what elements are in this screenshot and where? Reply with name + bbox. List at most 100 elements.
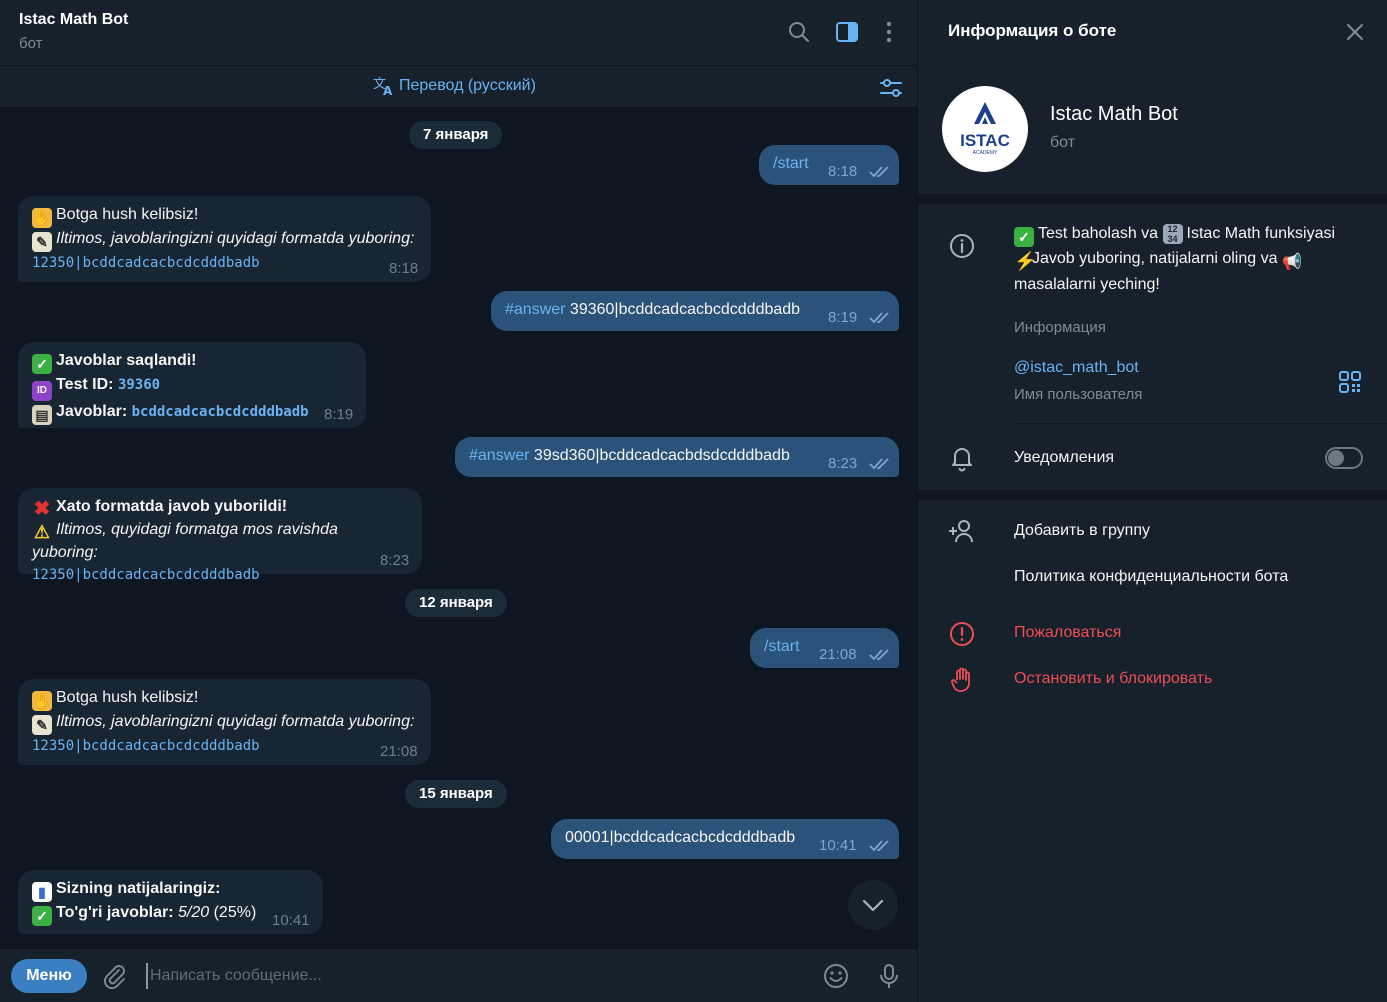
message-label: Javoblar:	[56, 403, 128, 420]
message-line: Javoblar saqlandi!	[56, 352, 197, 369]
emoji-icon[interactable]	[822, 962, 850, 990]
translate-button[interactable]: 文 A Перевод (русский)	[373, 76, 536, 96]
date-separator: 7 января	[409, 121, 503, 149]
message-outgoing[interactable]: /start 8:18	[759, 145, 899, 185]
chevron-down-icon	[862, 899, 884, 912]
waving-hand-icon: ✋	[32, 691, 52, 711]
translate-icon: 文 A	[373, 77, 393, 96]
message-outgoing[interactable]: /start 21:08	[750, 628, 899, 668]
message-line: Iltimos, javoblaringizni quyidagi format…	[56, 713, 415, 730]
id-badge-icon: ID	[32, 381, 52, 401]
message-outgoing[interactable]: #answer 39360|bcddcadcacbcdcdddbadb 8:19	[491, 291, 899, 331]
message-line: Xato formatda javob yuborildi!	[56, 498, 288, 515]
message-time: 21:08	[819, 646, 857, 663]
check-mark-icon: ✓	[32, 906, 52, 926]
sidebar-toggle-icon[interactable]	[834, 19, 860, 45]
bot-description: ✓ Test baholash va 12 34 Istac Math funksiy…	[1014, 224, 1336, 293]
message-time: 8:23	[828, 455, 858, 472]
svg-text:A: A	[383, 84, 393, 96]
telegram-window: Istac Math Bot бот 文 A Перевод (русский)…	[0, 0, 1387, 1002]
translate-settings-icon[interactable]	[878, 75, 904, 101]
privacy-policy-button[interactable]: Политика конфиденциальности бота	[1014, 568, 1288, 586]
message-text[interactable]: /start	[773, 155, 809, 172]
toggle-knob	[1328, 450, 1344, 466]
message-list[interactable]: 7 января /start 8:18 ✋ Botga hush kelibsi…	[0, 108, 917, 948]
check-mark-icon: ✓	[32, 354, 52, 374]
bot-info-panel: Информация о боте ISTAC ACADEMY Istac Ma…	[917, 0, 1387, 1002]
more-options-icon[interactable]	[876, 19, 902, 45]
read-checkmarks-icon	[869, 458, 889, 470]
message-time: 8:18	[828, 163, 858, 180]
add-to-group-button[interactable]: Добавить в группу	[1014, 522, 1150, 540]
add-user-icon	[949, 520, 973, 543]
hashtag-link[interactable]: #answer	[469, 447, 529, 464]
chat-pane: Istac Math Bot бот 文 A Перевод (русский)…	[0, 0, 917, 1002]
message-outgoing[interactable]: 00001|bcddcadcacbcdcdddbadb 10:41	[551, 819, 899, 859]
svg-text:ACADEMY: ACADEMY	[973, 150, 998, 156]
cross-mark-icon: ✖	[33, 498, 51, 520]
message-incoming[interactable]: ▮ Sizning natijalaringiz: ✓ To'g'ri javobl…	[18, 870, 323, 934]
read-checkmarks-icon	[869, 649, 889, 661]
message-input[interactable]	[146, 963, 786, 989]
description-label: Информация	[1014, 319, 1106, 336]
scroll-to-bottom-button[interactable]	[848, 880, 898, 930]
chat-header[interactable]: Istac Math Bot бот	[0, 0, 917, 66]
info-icon	[950, 234, 974, 258]
chat-title[interactable]: Istac Math Bot	[19, 11, 128, 29]
score-percent: (25%)	[209, 904, 257, 921]
read-checkmarks-icon	[869, 312, 889, 324]
block-bot-button[interactable]: Остановить и блокировать	[1014, 670, 1212, 688]
code-snippet[interactable]: 12350|bcddcadcacbcdcdddbadb	[32, 567, 260, 583]
code-snippet[interactable]: bcddcadcacbcdcdddbadb	[132, 404, 309, 420]
message-text: 39360|bcddcadcacbcdcdddbadb	[565, 301, 801, 318]
notifications-label[interactable]: Уведомления	[1014, 449, 1114, 467]
message-line: Sizning natijalaringiz:	[56, 880, 221, 897]
code-snippet[interactable]: 12350|bcddcadcacbcdcdddbadb	[32, 738, 260, 754]
bell-icon	[952, 448, 972, 472]
clipboard-icon: ▤	[32, 405, 52, 425]
message-time: 8:18	[389, 260, 419, 277]
message-line: Botga hush kelibsiz!	[56, 206, 199, 223]
message-incoming[interactable]: ✋ Botga hush kelibsiz! ✎ Iltimos, javoblar…	[18, 679, 431, 765]
hashtag-link[interactable]: #answer	[505, 301, 565, 318]
message-incoming[interactable]: ✖ Xato formatda javob yuborildi! ⚠ Iltimos…	[18, 488, 422, 583]
warning-icon: ⚠	[33, 522, 51, 542]
message-time: 8:23	[380, 552, 410, 569]
message-composer: Меню	[0, 948, 917, 1002]
section-divider	[918, 490, 1387, 500]
paperclip-icon[interactable]	[101, 962, 129, 990]
bot-menu-button[interactable]: Меню	[11, 959, 87, 993]
bot-username[interactable]: @istac_math_bot	[1014, 359, 1139, 377]
message-text[interactable]: /start	[764, 638, 800, 655]
message-time: 8:19	[828, 309, 858, 326]
lightning-icon: ⚡	[1014, 251, 1037, 271]
bot-type: бот	[1050, 134, 1076, 151]
message-time: 10:41	[272, 912, 310, 929]
qr-code-icon[interactable]	[1338, 370, 1362, 394]
avatar[interactable]: ISTAC ACADEMY	[942, 86, 1028, 172]
date-separator: 15 января	[405, 780, 507, 808]
code-snippet[interactable]: 39360	[118, 377, 160, 393]
message-label: To'g'ri javoblar:	[56, 904, 174, 921]
message-time: 8:19	[324, 406, 354, 423]
check-mark-icon: ✓	[1014, 227, 1034, 247]
search-icon[interactable]	[786, 19, 812, 45]
message-incoming[interactable]: ✋ Botga hush kelibsiz! ✎ Iltimos, javoblar…	[18, 196, 431, 282]
chat-subtitle: бот	[19, 35, 43, 52]
report-button[interactable]: Пожаловаться	[1014, 624, 1121, 642]
date-separator: 12 января	[405, 589, 507, 617]
message-incoming[interactable]: ✓ Javoblar saqlandi! ID Test ID: 39360 ▤ Ja…	[18, 342, 366, 428]
score-value: 5/20	[178, 904, 210, 921]
close-icon[interactable]	[1343, 20, 1367, 44]
istac-logo: ISTAC ACADEMY	[960, 102, 1010, 156]
message-time: 21:08	[380, 743, 418, 760]
megaphone-icon: 📢	[1281, 254, 1302, 271]
notifications-toggle[interactable]	[1325, 447, 1363, 469]
message-line: Botga hush kelibsiz!	[56, 689, 199, 706]
message-label: Test ID:	[56, 376, 114, 393]
microphone-icon[interactable]	[875, 962, 903, 990]
code-snippet[interactable]: 12350|bcddcadcacbcdcdddbadb	[32, 255, 260, 271]
waving-hand-icon: ✋	[32, 208, 52, 228]
svg-text:ISTAC: ISTAC	[960, 131, 1010, 150]
message-outgoing[interactable]: #answer 39sd360|bcddcadcacbdsdcdddbadb 8…	[455, 437, 899, 477]
